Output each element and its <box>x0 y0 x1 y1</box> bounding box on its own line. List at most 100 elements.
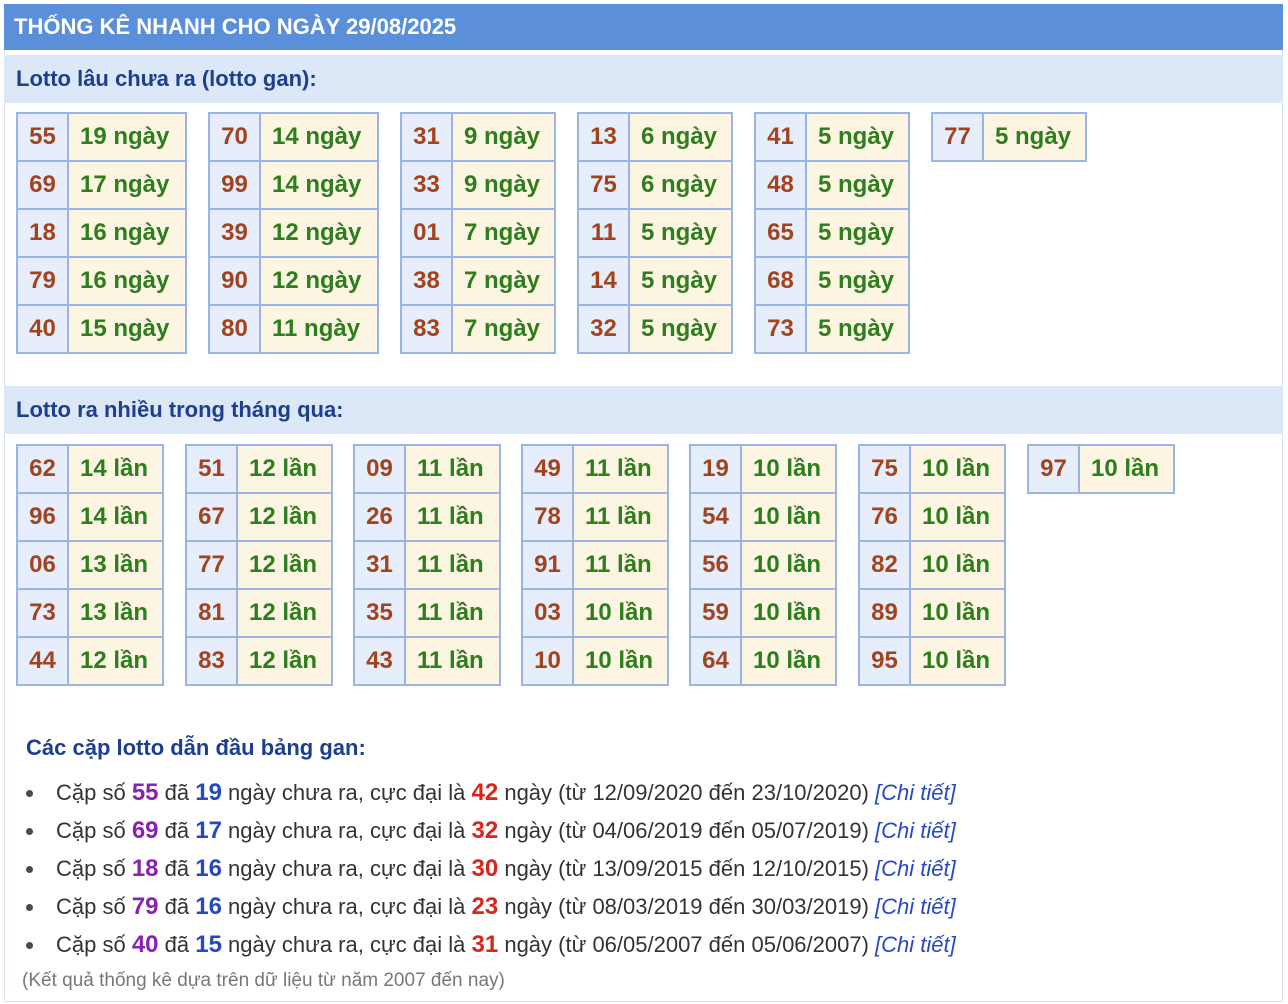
from-date: 12/09/2020 <box>592 780 703 805</box>
lotto-number: 65 <box>754 208 807 258</box>
footnote: (Kết quả thống kê dựa trên dữ liệu từ nă… <box>22 970 505 991</box>
to-date: 12/10/2015 <box>751 856 862 881</box>
freq-row: 56 10 lần <box>689 540 837 590</box>
times-count: 11 lần <box>404 636 501 686</box>
times-count: 10 lần <box>572 636 669 686</box>
from-date: 06/05/2007 <box>592 932 703 957</box>
page-title: THỐNG KÊ NHANH CHO NGÀY 29/08/2025 <box>4 4 1283 50</box>
gan-row: 39 12 ngày <box>208 208 379 258</box>
days-count: 11 ngày <box>259 304 379 354</box>
gan-row: 77 5 ngày <box>931 112 1087 162</box>
times-count: 11 lần <box>404 588 501 638</box>
freq-row: 83 12 lần <box>185 636 333 686</box>
freq-row: 51 12 lần <box>185 444 333 494</box>
times-count: 10 lần <box>740 492 837 542</box>
freq-group: 09 11 lần 26 11 lần 31 11 lần 35 11 lần 43 11 lần <box>353 444 501 686</box>
times-count: 13 lần <box>67 588 164 638</box>
detail-link[interactable]: [Chi tiết] <box>875 780 956 805</box>
days-count: 5 ngày <box>628 208 733 258</box>
gan-row: 01 7 ngày <box>400 208 556 258</box>
summary-text: đến <box>702 894 752 919</box>
detail-link[interactable]: [Chi tiết] <box>875 818 956 843</box>
gan-row: 31 9 ngày <box>400 112 556 162</box>
summary-item: Cặp số 69 đã 17 ngày chưa ra, cực đại là… <box>20 812 956 850</box>
lotto-number: 32 <box>577 304 630 354</box>
lotto-number: 69 <box>16 160 69 210</box>
max-days: 32 <box>471 817 499 844</box>
max-days: 42 <box>471 779 499 806</box>
frequent-heading: Lotto ra nhiều trong tháng qua: <box>4 386 1283 434</box>
gan-row: 80 11 ngày <box>208 304 379 354</box>
lotto-number: 59 <box>689 588 742 638</box>
days-count: 5 ngày <box>982 112 1087 162</box>
summary-text: Cặp số <box>56 894 132 919</box>
freq-row: 76 10 lần <box>858 492 1006 542</box>
freq-row: 95 10 lần <box>858 636 1006 686</box>
times-count: 11 lần <box>572 444 669 494</box>
days-absent: 17 <box>195 817 222 844</box>
from-date: 08/03/2019 <box>592 894 703 919</box>
freq-row: 89 10 lần <box>858 588 1006 638</box>
times-count: 12 lần <box>236 588 333 638</box>
days-count: 5 ngày <box>805 256 910 306</box>
freq-row: 77 12 lần <box>185 540 333 590</box>
times-count: 12 lần <box>236 492 333 542</box>
days-count: 19 ngày <box>67 112 187 162</box>
times-count: 10 lần <box>909 492 1006 542</box>
gan-row: 83 7 ngày <box>400 304 556 354</box>
days-count: 12 ngày <box>259 256 379 306</box>
lotto-number: 48 <box>754 160 807 210</box>
lotto-number: 19 <box>689 444 742 494</box>
lotto-number: 99 <box>208 160 261 210</box>
times-count: 10 lần <box>740 444 837 494</box>
detail-link[interactable]: [Chi tiết] <box>875 932 956 957</box>
lotto-number: 06 <box>16 540 69 590</box>
times-count: 10 lần <box>740 636 837 686</box>
lotto-number: 83 <box>185 636 238 686</box>
lotto-number: 70 <box>208 112 261 162</box>
pair-number: 69 <box>131 817 159 844</box>
lotto-number: 51 <box>185 444 238 494</box>
freq-row: 19 10 lần <box>689 444 837 494</box>
lotto-number: 33 <box>400 160 453 210</box>
gan-row: 48 5 ngày <box>754 160 910 210</box>
freq-row: 03 10 lần <box>521 588 669 638</box>
freq-row: 97 10 lần <box>1027 444 1175 494</box>
summary-text: ngày chưa ra, cực đại là <box>221 856 472 881</box>
times-count: 14 lần <box>67 492 164 542</box>
lotto-number: 13 <box>577 112 630 162</box>
freq-row: 26 11 lần <box>353 492 501 542</box>
summary-text: ) <box>861 818 876 843</box>
gan-row: 65 5 ngày <box>754 208 910 258</box>
lotto-number: 83 <box>400 304 453 354</box>
detail-link[interactable]: [Chi tiết] <box>875 856 956 881</box>
lotto-number: 79 <box>16 256 69 306</box>
gan-row: 13 6 ngày <box>577 112 733 162</box>
lotto-number: 73 <box>754 304 807 354</box>
summary-text: Cặp số <box>56 856 132 881</box>
days-count: 14 ngày <box>259 160 379 210</box>
gan-row: 90 12 ngày <box>208 256 379 306</box>
lotto-number: 26 <box>353 492 406 542</box>
pair-number: 55 <box>131 779 159 806</box>
lotto-number: 10 <box>521 636 574 686</box>
bullet-icon <box>26 866 33 873</box>
lotto-number: 76 <box>858 492 911 542</box>
days-count: 7 ngày <box>451 208 556 258</box>
summary-list: Cặp số 55 đã 19 ngày chưa ra, cực đại là… <box>20 774 956 964</box>
lotto-number: 03 <box>521 588 574 638</box>
pair-number: 40 <box>131 931 159 958</box>
lotto-number: 39 <box>208 208 261 258</box>
days-count: 9 ngày <box>451 160 556 210</box>
gan-row: 73 5 ngày <box>754 304 910 354</box>
times-count: 11 lần <box>572 492 669 542</box>
times-count: 11 lần <box>404 540 501 590</box>
gan-group: 41 5 ngày 48 5 ngày 65 5 ngày 68 5 ngày 73 5 ngày <box>754 112 910 354</box>
lotto-number: 01 <box>400 208 453 258</box>
max-days: 23 <box>471 893 499 920</box>
freq-row: 73 13 lần <box>16 588 164 638</box>
detail-link[interactable]: [Chi tiết] <box>875 894 956 919</box>
days-count: 6 ngày <box>628 112 733 162</box>
days-absent: 19 <box>195 779 222 806</box>
times-count: 10 lần <box>909 444 1006 494</box>
